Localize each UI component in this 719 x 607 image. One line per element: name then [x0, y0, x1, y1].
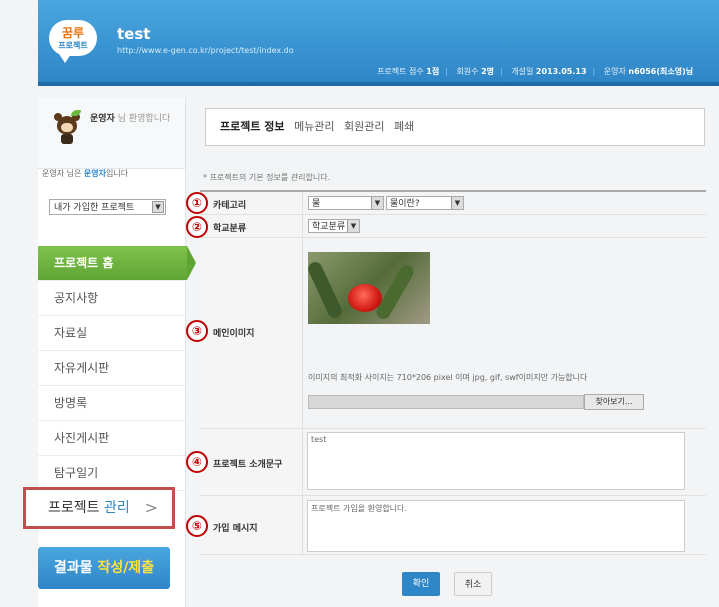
tab-project-info[interactable]: 프로젝트 정보	[220, 120, 285, 133]
members-value: 2명	[481, 67, 495, 76]
school-select-value: 학교분류	[312, 222, 346, 232]
marker-2: ②	[186, 216, 208, 238]
logo-text: 꿈루	[61, 26, 85, 40]
chevron-down-icon[interactable]: ▼	[152, 201, 164, 213]
marker-4: ④	[186, 451, 208, 473]
marker-5: ⑤	[186, 515, 208, 537]
cancel-button[interactable]: 취소	[454, 572, 492, 596]
welcome-message: 운영자 님 환영합니다	[90, 113, 180, 126]
school-row: ② 학교분류 학교분류 ▼	[186, 215, 706, 238]
marker-3: ③	[186, 320, 208, 342]
welcome-text: 님 환영합니다	[117, 114, 171, 124]
sidebar-menu: 프로젝트 홈 공지사항 자료실 자유게시판 방명록 사진게시판 탐구일기	[38, 246, 196, 491]
project-stats: 프로젝트 점수 1점 | 회원수 2명 | 개설일 2013.05.13 | 운영자 …	[377, 67, 694, 76]
intro-row: ④ 프로젝트 소개문구 test	[186, 429, 706, 496]
operator-label: 운영자	[603, 67, 626, 76]
marker-1: ①	[186, 192, 208, 214]
role-text: 운영자 님은 운영자입니다	[42, 168, 128, 179]
sidebar-item-guestbook[interactable]: 방명록	[38, 386, 185, 421]
tab-member-manage[interactable]: 회원관리	[344, 120, 384, 133]
chevron-down-icon[interactable]: ▼	[347, 220, 359, 232]
subcategory-select[interactable]: 물이란? ▼	[386, 196, 464, 210]
submit-results-button[interactable]: 결과물 작성/제출	[38, 547, 170, 589]
project-info-form: ① 카테고리 물 ▼ 물이란? ▼ ② 학교분류 학교분류 ▼ ③ 메인이미지 이미지…	[186, 190, 706, 555]
sidebar-item-project-home[interactable]: 프로젝트 홈	[38, 246, 196, 281]
chevron-down-icon[interactable]: ▼	[451, 197, 463, 209]
score-label: 프로젝트 점수	[377, 67, 424, 76]
project-url[interactable]: http://www.e-gen.co.kr/project/test/inde…	[117, 46, 294, 55]
logo-subtext: 프로젝트	[58, 41, 88, 50]
opened-value: 2013.05.13	[535, 67, 587, 76]
chevron-down-icon[interactable]: ▼	[371, 197, 383, 209]
school-select[interactable]: 학교분류 ▼	[308, 219, 360, 233]
sidebar-item-library[interactable]: 자료실	[38, 316, 185, 351]
tab-bar: 프로젝트 정보 메뉴관리 회원관리 폐쇄	[205, 108, 705, 146]
sidebar-item-research-diary[interactable]: 탐구일기	[38, 456, 185, 491]
sidebar: 운영자 님 환영합니다 운영자 님은 운영자입니다 내가 가입한 프로젝트 ▼ 프…	[38, 98, 196, 607]
manage-highlight: 관리	[103, 500, 130, 516]
category-select[interactable]: 물 ▼	[308, 196, 384, 210]
operator-value: n6056(최소영)님	[628, 67, 694, 76]
role-value: 운영자	[83, 169, 106, 178]
tab-menu-manage[interactable]: 메뉴관리	[294, 120, 334, 133]
role-prefix: 운영자 님은	[42, 169, 82, 178]
school-label: 학교분류	[213, 224, 247, 234]
browse-button[interactable]: 찾아보기...	[584, 394, 644, 410]
page-description: * 프로젝트의 기본 정보를 관리합니다.	[203, 173, 331, 182]
avatar	[53, 110, 81, 144]
opened-label: 개설일	[511, 67, 534, 76]
members-label: 회원수	[456, 67, 479, 76]
project-title[interactable]: test	[117, 25, 150, 43]
submit-prefix: 결과물	[53, 560, 93, 576]
intro-textarea[interactable]: test	[307, 432, 685, 490]
sidebar-item-notices[interactable]: 공지사항	[38, 281, 185, 316]
category-select-value: 물	[312, 199, 321, 209]
project-manage-button[interactable]: 프로젝트 관리 >	[23, 487, 175, 529]
confirm-button[interactable]: 확인	[402, 572, 440, 596]
main-image-preview	[308, 252, 430, 324]
submit-highlight: 작성/제출	[97, 560, 155, 576]
sidebar-item-photo-board[interactable]: 사진게시판	[38, 421, 185, 456]
category-row: ① 카테고리 물 ▼ 물이란? ▼	[186, 192, 706, 215]
role-suffix: 입니다	[105, 169, 129, 178]
my-projects-value: 내가 가입한 프로젝트	[54, 203, 135, 213]
tab-close[interactable]: 폐쇄	[394, 120, 414, 133]
join-message-row: ⑤ 가입 메시지 프로젝트 가입을 환영합니다.	[186, 496, 706, 555]
image-file-input[interactable]	[308, 395, 584, 409]
welcome-name: 운영자	[90, 114, 115, 124]
user-box: 운영자 님 환영합니다	[38, 98, 185, 169]
join-message-textarea[interactable]: 프로젝트 가입을 환영합니다.	[307, 500, 685, 552]
project-logo[interactable]: 꿈루 프로젝트	[49, 20, 97, 63]
main-image-label: 메인이미지	[213, 329, 255, 339]
chevron-right-icon: >	[144, 498, 158, 517]
join-message-label: 가입 메시지	[213, 524, 258, 534]
category-label: 카테고리	[213, 201, 247, 211]
image-size-hint: 이미지의 최적화 사이지는 710*206 pixel 이며 jpg, gif,…	[308, 373, 588, 382]
main-image-row: ③ 메인이미지 이미지의 최적화 사이지는 710*206 pixel 이며 j…	[186, 238, 706, 429]
my-projects-select[interactable]: 내가 가입한 프로젝트 ▼	[49, 199, 166, 215]
intro-label: 프로젝트 소개문구	[213, 460, 283, 470]
score-value: 1점	[426, 67, 440, 76]
manage-prefix: 프로젝트	[48, 500, 100, 516]
subcategory-select-value: 물이란?	[390, 199, 420, 209]
sidebar-item-free-board[interactable]: 자유게시판	[38, 351, 185, 386]
